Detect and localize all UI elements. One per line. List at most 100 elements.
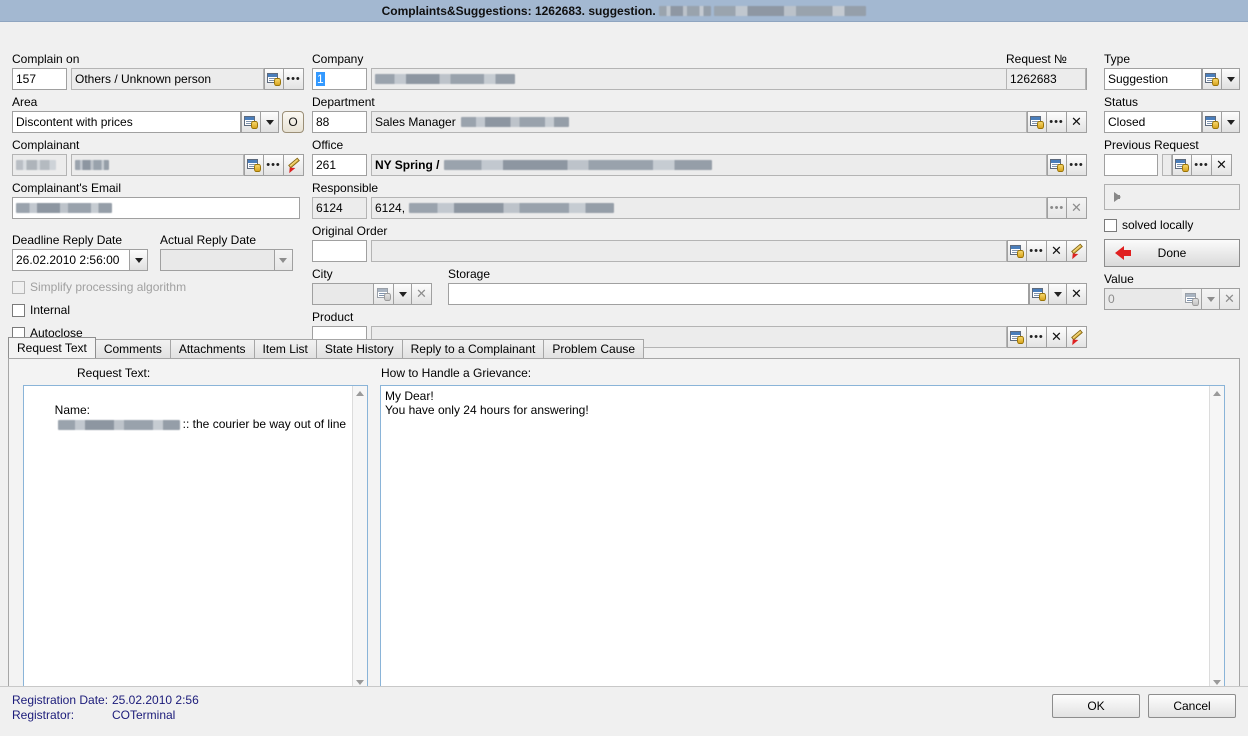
- complain-on-ellipsis-button[interactable]: •••: [284, 68, 304, 90]
- grievance-text-area[interactable]: My Dear! You have only 24 hours for answ…: [381, 386, 1209, 690]
- original-order-code-input[interactable]: [312, 240, 367, 262]
- department-lookup-button[interactable]: [1027, 111, 1047, 133]
- value-row: 0 ✕: [1104, 288, 1240, 310]
- tab-problem-cause[interactable]: Problem Cause: [543, 339, 645, 358]
- office-ellipsis-button[interactable]: •••: [1067, 154, 1087, 176]
- area-dropdown-button[interactable]: [261, 111, 279, 133]
- original-order-lookup-button[interactable]: [1007, 240, 1027, 262]
- request-text-area[interactable]: Name: :: the courier be way out of line: [24, 386, 352, 690]
- department-clear-button[interactable]: ✕: [1067, 111, 1087, 133]
- chevron-down-icon: [398, 291, 407, 297]
- actual-reply-date-input[interactable]: [159, 249, 275, 271]
- complainant-name-input[interactable]: [71, 154, 244, 176]
- actual-reply-date-dropdown-button[interactable]: [274, 249, 293, 271]
- complainant-email-input[interactable]: [12, 197, 300, 219]
- company-code-input[interactable]: 1: [312, 68, 367, 90]
- previous-request-lookup-button[interactable]: [1172, 154, 1192, 176]
- storage-row: ✕: [448, 283, 1087, 305]
- request-text-scrollbar[interactable]: [352, 386, 367, 690]
- original-order-ellipsis-button[interactable]: •••: [1027, 240, 1047, 262]
- area-lookup-button[interactable]: [241, 111, 261, 133]
- complain-on-lookup-button[interactable]: [264, 68, 284, 90]
- area-o-button[interactable]: O: [282, 111, 304, 133]
- complain-on-label: Complain on: [12, 52, 80, 66]
- chevron-down-icon: [1226, 76, 1235, 82]
- internal-checkbox[interactable]: Internal: [12, 303, 304, 317]
- request-no-input[interactable]: 1262683: [1006, 68, 1086, 90]
- previous-request-clear-button[interactable]: ✕: [1212, 154, 1232, 176]
- responsible-ellipsis-button[interactable]: •••: [1047, 197, 1067, 219]
- office-lookup-button[interactable]: [1047, 154, 1067, 176]
- complain-on-code-input[interactable]: 157: [12, 68, 67, 90]
- cancel-button[interactable]: Cancel: [1148, 694, 1236, 718]
- department-code-input[interactable]: 88: [312, 111, 367, 133]
- type-input[interactable]: Suggestion: [1104, 68, 1202, 90]
- previous-request-name-input[interactable]: [1162, 154, 1172, 176]
- city-dropdown-button[interactable]: [394, 283, 412, 305]
- value-clear-button[interactable]: ✕: [1220, 288, 1240, 310]
- city-label: City: [312, 267, 333, 281]
- value-input[interactable]: 0: [1104, 288, 1182, 310]
- deadline-reply-date-input[interactable]: 26.02.2010 2:56:00: [12, 249, 130, 271]
- grievance-label: How to Handle a Grievance:: [381, 366, 532, 380]
- department-name-input[interactable]: Sales Manager: [371, 111, 1027, 133]
- grievance-text-scrollbar[interactable]: [1209, 386, 1224, 690]
- previous-request-code-input[interactable]: [1104, 154, 1158, 176]
- tab-state-history[interactable]: State History: [315, 339, 403, 358]
- status-lookup-button[interactable]: [1202, 111, 1222, 133]
- complainant-label: Complainant: [12, 138, 80, 152]
- value-lookup-button[interactable]: [1182, 288, 1202, 310]
- previous-request-row: ••• ✕: [1104, 154, 1240, 176]
- storage-clear-button[interactable]: ✕: [1067, 283, 1087, 305]
- tab-comments[interactable]: Comments: [94, 339, 171, 358]
- office-name-input[interactable]: NY Spring /: [371, 154, 1047, 176]
- storage-input[interactable]: [448, 283, 1029, 305]
- responsible-clear-button[interactable]: ✕: [1067, 197, 1087, 219]
- complain-on-name-input[interactable]: Others / Unknown person: [71, 68, 264, 90]
- solved-locally-checkbox[interactable]: solved locally: [1104, 218, 1240, 232]
- complainant-edit-button[interactable]: [284, 154, 304, 176]
- city-clear-button[interactable]: ✕: [412, 283, 432, 305]
- simplify-processing-checkbox[interactable]: Simplify processing algorithm: [12, 280, 304, 294]
- original-order-label: Original Order: [312, 224, 388, 238]
- responsible-name-input[interactable]: 6124,: [371, 197, 1047, 219]
- area-label: Area: [12, 95, 38, 109]
- goto-request-button[interactable]: [1104, 184, 1240, 210]
- tab-reply-to-a-complainant[interactable]: Reply to a Complainant: [401, 339, 545, 358]
- status-dropdown-button[interactable]: [1222, 111, 1240, 133]
- tab-request-text[interactable]: Request Text: [8, 337, 96, 358]
- area-row: Discontent with prices O: [12, 111, 304, 133]
- type-dropdown-button[interactable]: [1222, 68, 1240, 90]
- deadline-reply-date-dropdown-button[interactable]: [130, 249, 148, 271]
- lookup-icon: [1050, 158, 1064, 172]
- storage-group: Storage ✕: [448, 267, 1087, 305]
- status-input[interactable]: Closed: [1104, 111, 1202, 133]
- original-order-edit-button[interactable]: [1067, 240, 1087, 262]
- type-lookup-button[interactable]: [1202, 68, 1222, 90]
- city-lookup-button[interactable]: [374, 283, 394, 305]
- responsible-code-input[interactable]: 6124: [312, 197, 367, 219]
- window-title-redacted-name: [659, 5, 712, 16]
- tab-item-list[interactable]: Item List: [253, 339, 317, 358]
- value-dropdown-button[interactable]: [1202, 288, 1220, 310]
- department-ellipsis-button[interactable]: •••: [1047, 111, 1067, 133]
- complainant-ellipsis-button[interactable]: •••: [264, 154, 284, 176]
- area-input[interactable]: Discontent with prices: [12, 111, 241, 133]
- office-code-input[interactable]: 261: [312, 154, 367, 176]
- company-name-input[interactable]: [371, 68, 1047, 90]
- tab-attachments[interactable]: Attachments: [169, 339, 255, 358]
- storage-lookup-button[interactable]: [1029, 283, 1049, 305]
- original-order-clear-button[interactable]: ✕: [1047, 240, 1067, 262]
- complainant-code-input[interactable]: [12, 154, 67, 176]
- storage-dropdown-button[interactable]: [1049, 283, 1067, 305]
- registration-date-row: Registration Date: 25.02.2010 2:56: [12, 693, 199, 708]
- previous-request-ellipsis-button[interactable]: •••: [1192, 154, 1212, 176]
- city-input[interactable]: [312, 283, 374, 305]
- tab-panel-request-text: Request Text: How to Handle a Grievance:…: [8, 358, 1240, 698]
- original-order-name-input[interactable]: [371, 240, 1007, 262]
- ok-button[interactable]: OK: [1052, 694, 1140, 718]
- scroll-down-icon: [1213, 680, 1221, 685]
- office-label: Office: [312, 138, 344, 152]
- complainant-lookup-button[interactable]: [244, 154, 264, 176]
- done-button[interactable]: Done: [1104, 239, 1240, 267]
